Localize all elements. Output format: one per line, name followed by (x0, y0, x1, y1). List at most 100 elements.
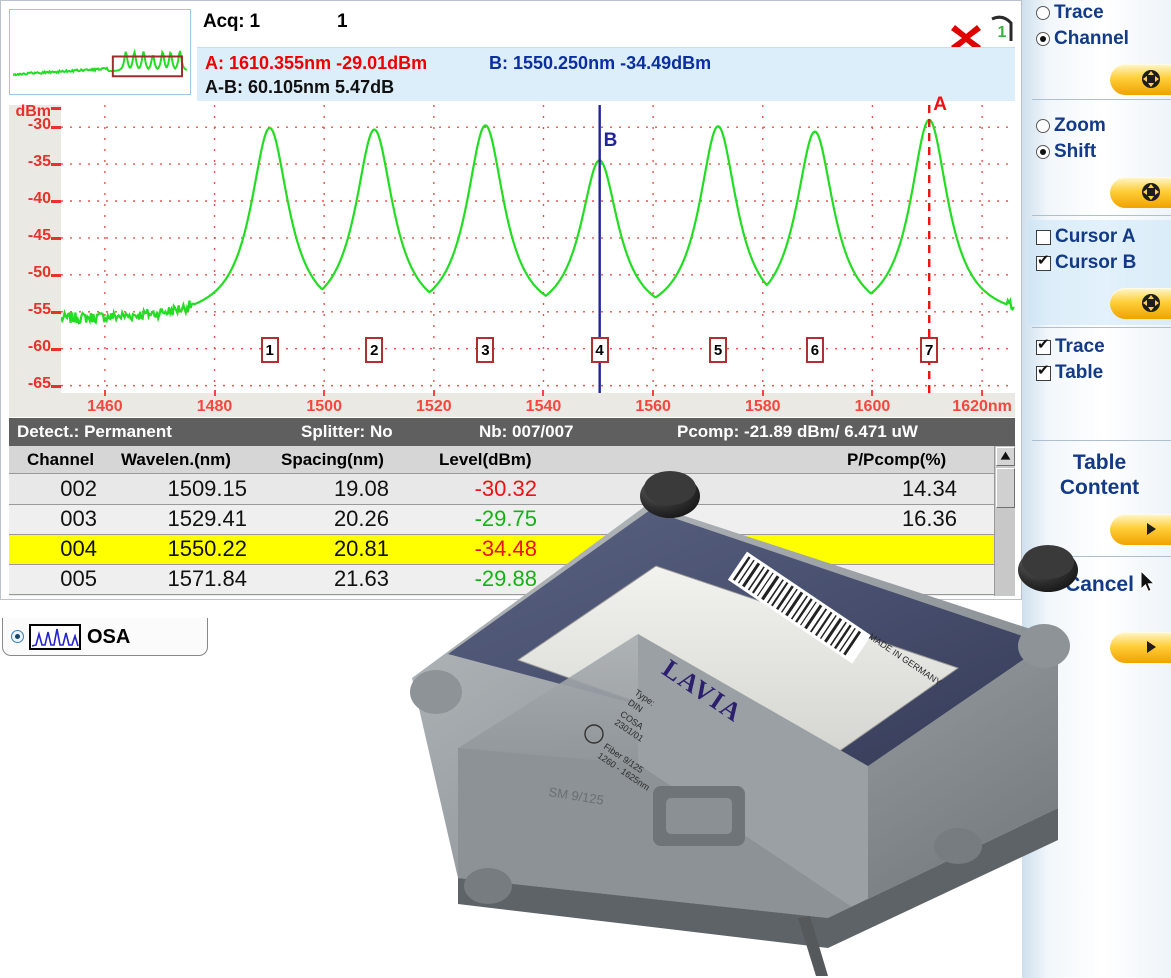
label-cursor-b: Cursor B (1055, 252, 1137, 273)
device-photo-svg: LAVIA Type:DIN COSA2301/01 Fiber 9/12512… (410, 471, 1078, 976)
sidebar-divider-3 (1032, 327, 1171, 328)
status-nb: Nb: 007/007 (479, 422, 574, 441)
th-spacing: Spacing(nm) (281, 450, 384, 469)
y-axis-tick-mark (51, 163, 61, 167)
option-cursor-b[interactable]: Cursor B (1036, 252, 1136, 274)
osa-tab-radio[interactable] (11, 630, 24, 643)
radio-shift[interactable] (1036, 145, 1050, 159)
cursor-readout-panel: A: 1610.355nm -29.01dBm B: 1550.250nm -3… (197, 47, 1015, 101)
x-axis-tick-mark (542, 390, 545, 396)
nav-button-table-content[interactable] (1110, 514, 1171, 545)
sidebar-divider-2 (1032, 215, 1171, 216)
status-splitter: Splitter: No (301, 422, 393, 441)
x-axis-tick-mark (652, 390, 655, 396)
checkbox-show-table[interactable] (1036, 362, 1051, 381)
th-wavelength: Wavelen.(nm) (121, 450, 231, 469)
spectrum-icon-glyph (31, 628, 79, 647)
x-axis-tick-label: 1580 (744, 398, 781, 415)
spectrum-icon (29, 624, 81, 650)
trace-polyline (61, 118, 1015, 326)
sidebar-divider-1 (1032, 99, 1171, 100)
acq-number: 1 (337, 11, 348, 32)
status-detect: Detect.: Permanent (17, 422, 172, 441)
acquisition-bar: Acq: 1 1 (197, 7, 1015, 37)
th-channel: Channel (27, 450, 95, 469)
spectrum-thumbnail[interactable] (9, 9, 191, 95)
four-way-arrow-icon (1141, 182, 1161, 202)
option-zoom[interactable]: Zoom (1036, 115, 1106, 137)
trace-badge-glyph: 1 (991, 15, 1013, 41)
checkbox-cursor-a[interactable] (1036, 229, 1051, 245)
cell-spacing: 20.26 (333, 506, 389, 531)
peak-marker[interactable]: 2 (365, 337, 384, 363)
cell-channel: 002 (60, 476, 97, 501)
cursor-label-b: B (603, 130, 618, 152)
sidebar-panel-zoom-shift: Zoom Shift (1028, 105, 1171, 208)
status-bar: Detect.: Permanent Splitter: No Nb: 007/… (9, 418, 1015, 446)
option-channel[interactable]: Channel (1036, 28, 1129, 50)
y-axis-tick-label: -60 (27, 337, 51, 355)
trace-number-badge: 1 (989, 13, 1015, 47)
option-shift[interactable]: Shift (1036, 141, 1096, 163)
x-axis-tick-label: 1560 (635, 398, 671, 415)
cell-channel: 005 (60, 566, 97, 591)
spectrum-chart[interactable]: dBm -30 -35 -40 -45 -50 -55 -60 -65 1460 1480 1500… (9, 94, 1015, 417)
plot-canvas[interactable] (61, 105, 1015, 393)
header-row: Acq: 1 1 1 A: 1610.355nm -29.01dBm B: 15… (1, 1, 1021, 101)
x-axis-tick-mark (761, 390, 764, 396)
peak-marker[interactable]: 7 (920, 337, 939, 363)
peak-marker[interactable]: 4 (590, 337, 609, 363)
osa-taskbar-tab[interactable]: OSA (2, 618, 208, 656)
four-way-arrow-icon (1141, 69, 1161, 89)
label-trace: Trace (1054, 2, 1104, 23)
peak-marker[interactable]: 5 (709, 337, 728, 363)
cell-spacing: 19.08 (333, 476, 389, 501)
peak-marker[interactable]: 6 (805, 337, 824, 363)
option-show-table[interactable]: Table (1036, 362, 1103, 384)
nav-button-channel[interactable] (1110, 64, 1171, 95)
radio-zoom[interactable] (1036, 119, 1050, 133)
trace-badge-number: 1 (998, 24, 1007, 41)
y-axis-tick-mark (51, 384, 61, 388)
mouse-cursor (1140, 569, 1156, 594)
right-arrow-icon (1141, 519, 1161, 539)
nav-button-cursor[interactable] (1110, 288, 1171, 319)
label-cursor-a: Cursor A (1055, 226, 1136, 247)
acq-label: Acq: 1 (203, 11, 260, 32)
y-axis-tick-label: -65 (27, 374, 51, 392)
nav-button-cancel[interactable] (1110, 632, 1171, 663)
right-arrow-icon (1141, 637, 1161, 657)
cell-wavelength: 1529.41 (167, 506, 247, 531)
option-cursor-a[interactable]: Cursor A (1036, 226, 1136, 248)
y-axis-tick-label: -30 (27, 116, 51, 134)
label-channel: Channel (1054, 28, 1129, 49)
grid-vertical (104, 105, 983, 393)
label-show-trace: Trace (1055, 336, 1105, 357)
radio-trace[interactable] (1036, 6, 1050, 20)
y-axis-tick-mark (51, 200, 61, 203)
cursor-a-readout: A: 1610.355nm -29.01dBm (205, 53, 428, 73)
label-zoom: Zoom (1054, 115, 1106, 136)
x-axis-tick-label: 1600 (854, 398, 891, 415)
thumbnail-canvas (13, 13, 187, 93)
option-trace[interactable]: Trace (1036, 2, 1104, 24)
cell-wavelength: 1509.15 (167, 476, 247, 501)
plot-svg (61, 105, 1015, 393)
peak-marker[interactable]: 1 (260, 337, 279, 363)
sidebar-panel-trace-channel: Trace Channel (1028, 0, 1171, 98)
x-axis-tick-mark (871, 390, 874, 396)
nav-button-shift[interactable] (1110, 177, 1171, 208)
option-show-trace[interactable]: Trace (1036, 336, 1105, 358)
cursor-lines (598, 105, 931, 393)
label-show-table: Table (1055, 362, 1104, 383)
peak-marker[interactable]: 3 (476, 337, 495, 363)
radio-channel[interactable] (1036, 32, 1050, 46)
osa-device-photo: LAVIA Type: DIN COSA 2301/01 Fiber 9/125 12… (398, 448, 1098, 978)
status-pcomp: Pcomp: -21.89 dBm/ 6.471 uW (677, 422, 918, 441)
label-shift: Shift (1054, 141, 1097, 162)
cell-channel: 004 (60, 536, 97, 561)
y-axis-tick-mark (51, 236, 61, 240)
checkbox-cursor-b[interactable] (1036, 252, 1051, 271)
checkbox-show-trace[interactable] (1036, 336, 1051, 355)
x-axis-tick-label: 1460 (87, 398, 123, 415)
